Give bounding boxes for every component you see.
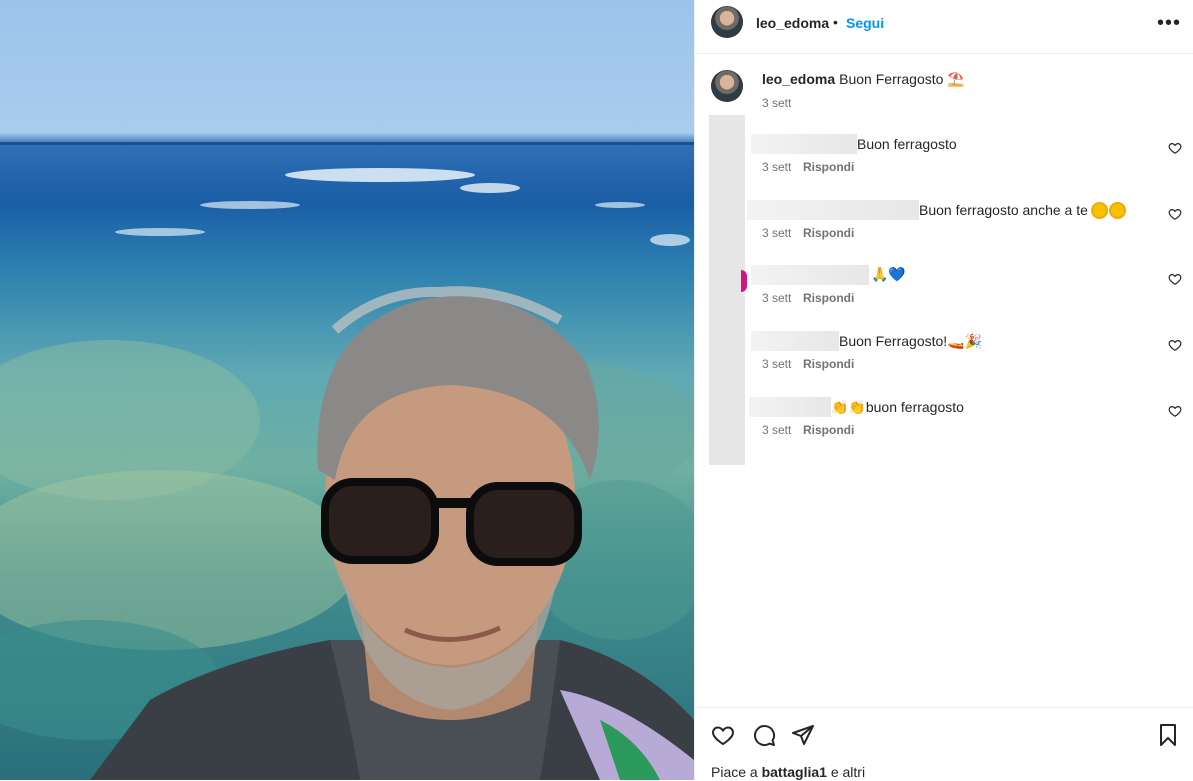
caption-timestamp[interactable]: 3 sett	[762, 96, 791, 110]
redacted-username	[751, 265, 869, 285]
comment-line: 👏👏buon ferragosto	[749, 397, 964, 417]
sun-emoji-icon	[1110, 203, 1124, 217]
separator-dot: •	[833, 14, 838, 30]
reply-button[interactable]: Rispondi	[803, 226, 854, 240]
comment-item: Buon ferragosto 3 sett Rispondi	[695, 134, 1193, 194]
comment-item: 👏👏buon ferragosto 3 sett Rispondi	[695, 397, 1193, 457]
more-horizontal-icon[interactable]: •••	[1157, 12, 1181, 35]
comment-line: 🙏💙	[751, 265, 906, 285]
comment-text: 👏👏buon ferragosto	[831, 398, 964, 415]
comment-text: 🙏💙	[871, 267, 906, 283]
comment-timestamp[interactable]: 3 sett	[762, 357, 791, 371]
liked-by-username[interactable]: battaglia1	[762, 764, 827, 780]
comment-text: Buon Ferragosto!🚤🎉	[839, 332, 983, 349]
comment-timestamp[interactable]: 3 sett	[762, 291, 791, 305]
post-actions-footer: Piace a battaglia1 e altri	[695, 707, 1193, 781]
comment-item: 🙏💙 3 sett Rispondi	[695, 265, 1193, 325]
like-heart-icon[interactable]	[711, 723, 735, 747]
comment-line: Buon ferragosto anche a te	[747, 200, 1124, 220]
comment-bubble-icon[interactable]	[752, 723, 776, 747]
likes-summary: Piace a battaglia1 e altri	[711, 764, 865, 780]
comment-timestamp[interactable]: 3 sett	[762, 423, 791, 437]
comment-line: Buon ferragosto	[751, 134, 957, 154]
redacted-username	[749, 397, 831, 417]
caption-username[interactable]: leo_edoma	[762, 71, 835, 87]
likes-suffix[interactable]: e altri	[827, 764, 865, 780]
comment-line: Buon Ferragosto!🚤🎉	[751, 331, 982, 351]
share-send-icon[interactable]	[791, 723, 815, 747]
post-caption: leo_edoma Buon Ferragosto ⛱️ 3 sett	[711, 68, 1181, 116]
likes-prefix: Piace a	[711, 764, 762, 780]
like-comment-heart-icon[interactable]	[1168, 272, 1182, 286]
redacted-username	[751, 134, 857, 154]
save-bookmark-icon[interactable]	[1156, 723, 1180, 747]
post-header: leo_edoma • Segui •••	[695, 0, 1193, 54]
caption-line: leo_edoma Buon Ferragosto ⛱️	[762, 71, 965, 88]
sun-emoji-icon	[1092, 203, 1106, 217]
like-comment-heart-icon[interactable]	[1168, 141, 1182, 155]
like-comment-heart-icon[interactable]	[1168, 338, 1182, 352]
selfie-at-sea-image	[0, 142, 694, 780]
redacted-username	[751, 331, 839, 351]
caption-text: Buon Ferragosto ⛱️	[839, 71, 965, 87]
post-photo[interactable]	[0, 0, 694, 780]
comment-text: Buon ferragosto	[857, 136, 957, 152]
post-side-panel: leo_edoma • Segui ••• leo_edoma Buon Ferr…	[694, 0, 1193, 780]
comment-text: Buon ferragosto anche a te	[919, 202, 1088, 218]
comment-timestamp[interactable]: 3 sett	[762, 226, 791, 240]
reply-button[interactable]: Rispondi	[803, 357, 854, 371]
like-comment-heart-icon[interactable]	[1168, 207, 1182, 221]
comment-item: Buon ferragosto anche a te 3 sett Rispon…	[695, 200, 1193, 260]
author-username[interactable]: leo_edoma	[756, 15, 829, 31]
reply-button[interactable]: Rispondi	[803, 160, 854, 174]
like-comment-heart-icon[interactable]	[1168, 404, 1182, 418]
author-avatar[interactable]	[711, 6, 743, 38]
redacted-username	[747, 200, 919, 220]
reply-button[interactable]: Rispondi	[803, 423, 854, 437]
caption-avatar[interactable]	[711, 70, 743, 102]
reply-button[interactable]: Rispondi	[803, 291, 854, 305]
comment-timestamp[interactable]: 3 sett	[762, 160, 791, 174]
comment-item: Buon Ferragosto!🚤🎉 3 sett Rispondi	[695, 331, 1193, 391]
follow-button[interactable]: Segui	[846, 15, 884, 31]
